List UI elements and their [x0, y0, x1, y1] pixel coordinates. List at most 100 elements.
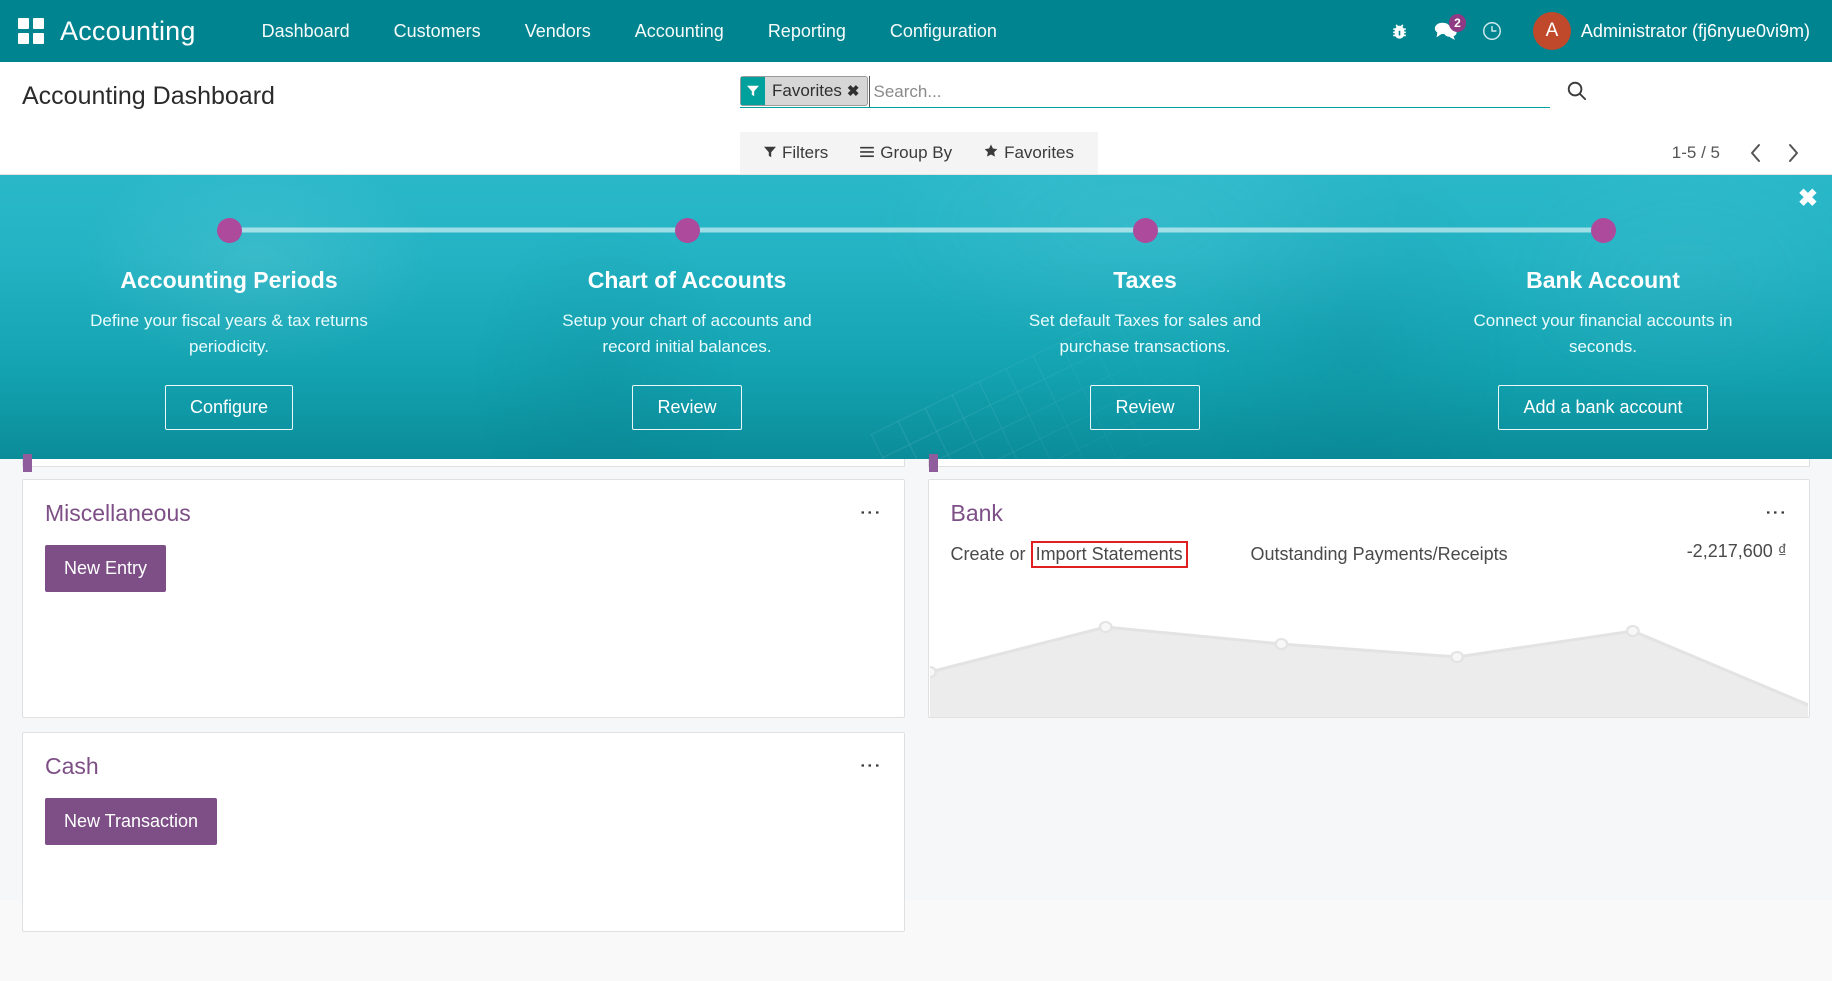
card-partial-left[interactable] — [22, 459, 905, 467]
step-description: Connect your financial accounts in secon… — [1453, 308, 1753, 361]
favorites-button[interactable]: Favorites — [968, 132, 1090, 174]
onboarding-step-bank-account: Bank Account Connect your financial acco… — [1374, 215, 1832, 459]
sparkline-svg — [930, 599, 1809, 717]
card-header: Cash ⋮ — [23, 733, 904, 784]
message-count-badge: 2 — [1449, 14, 1466, 32]
import-statements-link[interactable]: Import Statements — [1031, 541, 1188, 568]
review-taxes-button[interactable]: Review — [1090, 385, 1199, 430]
menu-item-reporting[interactable]: Reporting — [746, 13, 868, 50]
step-dot[interactable] — [1591, 218, 1616, 243]
user-name-label: Administrator (fj6nyue0vi9m) — [1581, 21, 1810, 42]
review-chart-of-accounts-button[interactable]: Review — [632, 385, 741, 430]
sparkline-point — [1627, 626, 1639, 636]
search-facet-label: Favorites — [765, 77, 847, 105]
step-description: Define your fiscal years & tax returns p… — [79, 308, 379, 361]
onboarding-banner: ✖ Accounting Periods Define your fiscal … — [0, 175, 1832, 459]
step-title: Accounting Periods — [120, 267, 337, 294]
create-or-label: Create or — [951, 544, 1026, 564]
onboarding-step-taxes: Taxes Set default Taxes for sales and pu… — [916, 215, 1374, 459]
user-menu[interactable]: A Administrator (fj6nyue0vi9m) — [1533, 12, 1810, 50]
onboarding-steps: Accounting Periods Define your fiscal ye… — [0, 175, 1832, 459]
onboarding-step-accounting-periods: Accounting Periods Define your fiscal ye… — [0, 215, 458, 459]
pager-previous-button[interactable] — [1738, 136, 1772, 170]
control-panel: Accounting Dashboard Favorites ✖ Fil — [0, 62, 1832, 175]
sparkline-point — [1451, 652, 1463, 662]
bank-card-summary-row: Create or Import Statements Outstanding … — [929, 531, 1810, 568]
search-area: Favorites ✖ — [740, 76, 1550, 108]
navbar-right-tools: 2 A Administrator (fj6nyue0vi9m) — [1377, 8, 1810, 54]
bug-icon[interactable] — [1377, 8, 1423, 54]
card-title-miscellaneous[interactable]: Miscellaneous — [45, 500, 191, 527]
menu-item-vendors[interactable]: Vendors — [503, 13, 613, 50]
top-navbar: Accounting Dashboard Customers Vendors A… — [0, 0, 1832, 62]
chat-bubble-icon[interactable]: 2 — [1423, 8, 1469, 54]
filters-button[interactable]: Filters — [748, 132, 844, 174]
clock-icon[interactable] — [1469, 8, 1515, 54]
menu-item-accounting[interactable]: Accounting — [613, 13, 746, 50]
cards-above-cut-off — [22, 459, 1810, 467]
group-by-icon — [860, 143, 874, 163]
kebab-menu-icon[interactable]: ⋮ — [857, 500, 882, 525]
card-partial-right[interactable] — [928, 459, 1811, 467]
menu-item-customers[interactable]: Customers — [372, 13, 503, 50]
page-title: Accounting Dashboard — [22, 82, 275, 111]
step-connector-line — [229, 228, 458, 233]
outstanding-payments-label: Outstanding Payments/Receipts — [1251, 537, 1687, 568]
menu-item-configuration[interactable]: Configuration — [868, 13, 1019, 50]
bank-balance-sparkline-chart — [930, 599, 1809, 717]
card-header: Miscellaneous ⋮ — [23, 480, 904, 531]
star-icon — [984, 143, 998, 163]
step-description: Set default Taxes for sales and purchase… — [995, 308, 1295, 361]
dashboard-columns: Miscellaneous ⋮ New Entry Cash ⋮ New Tra… — [22, 479, 1810, 932]
filters-button-label: Filters — [782, 143, 828, 163]
step-title: Taxes — [1113, 267, 1177, 294]
step-description: Setup your chart of accounts and record … — [537, 308, 837, 361]
dashboard-column-right: Bank ⋮ Create or Import Statements Outst… — [928, 479, 1811, 718]
apps-grid-square — [33, 33, 44, 44]
outstanding-payments-amount[interactable]: -2,217,600 ₫ — [1687, 537, 1787, 568]
apps-grid-square — [18, 18, 29, 29]
journal-card-cash[interactable]: Cash ⋮ New Transaction — [22, 732, 905, 932]
step-dot[interactable] — [675, 218, 700, 243]
step-marker-row — [916, 215, 1374, 245]
add-bank-account-button[interactable]: Add a bank account — [1498, 385, 1707, 430]
search-dropdown-buttons: Filters Group By Favorites — [740, 132, 1098, 174]
search-facet-favorites[interactable]: Favorites ✖ — [740, 76, 868, 106]
filter-icon — [764, 143, 776, 163]
pager-count: 1-5 / 5 — [1672, 143, 1720, 163]
card-title-bank[interactable]: Bank — [951, 500, 1003, 527]
filter-icon — [741, 77, 765, 105]
new-entry-button[interactable]: New Entry — [45, 545, 166, 592]
card-title-cash[interactable]: Cash — [45, 753, 99, 780]
configure-button[interactable]: Configure — [165, 385, 293, 430]
kebab-menu-icon[interactable]: ⋮ — [857, 753, 882, 778]
step-title: Bank Account — [1526, 267, 1680, 294]
step-marker-row — [458, 215, 916, 245]
journal-card-miscellaneous[interactable]: Miscellaneous ⋮ New Entry — [22, 479, 905, 718]
menu-item-dashboard[interactable]: Dashboard — [240, 13, 372, 50]
app-brand-accounting[interactable]: Accounting — [60, 16, 196, 47]
close-icon[interactable]: ✖ — [1798, 187, 1818, 211]
sparkline-point — [1275, 639, 1287, 649]
card-body: New Transaction — [23, 784, 904, 871]
dashboard-column-left: Miscellaneous ⋮ New Entry Cash ⋮ New Tra… — [22, 479, 905, 932]
step-dot[interactable] — [1133, 218, 1158, 243]
apps-grid-square — [18, 33, 29, 44]
main-menu: Dashboard Customers Vendors Accounting R… — [240, 13, 1019, 50]
close-icon[interactable]: ✖ — [847, 77, 867, 105]
kebab-menu-icon[interactable]: ⋮ — [1762, 500, 1787, 525]
journal-card-bank[interactable]: Bank ⋮ Create or Import Statements Outst… — [928, 479, 1811, 718]
search-bar[interactable]: Favorites ✖ — [740, 76, 1550, 108]
card-header: Bank ⋮ — [929, 480, 1810, 531]
sparkline-area — [930, 627, 1809, 717]
sparkline-point — [1099, 622, 1111, 632]
step-marker-row — [1374, 215, 1832, 245]
new-transaction-button[interactable]: New Transaction — [45, 798, 217, 845]
group-by-button-label: Group By — [880, 143, 952, 163]
pager-next-button[interactable] — [1776, 136, 1810, 170]
search-input[interactable] — [869, 76, 1551, 107]
search-icon[interactable] — [1565, 79, 1588, 107]
group-by-button[interactable]: Group By — [844, 132, 968, 174]
step-dot[interactable] — [217, 218, 242, 243]
apps-grid-icon[interactable] — [18, 18, 44, 44]
